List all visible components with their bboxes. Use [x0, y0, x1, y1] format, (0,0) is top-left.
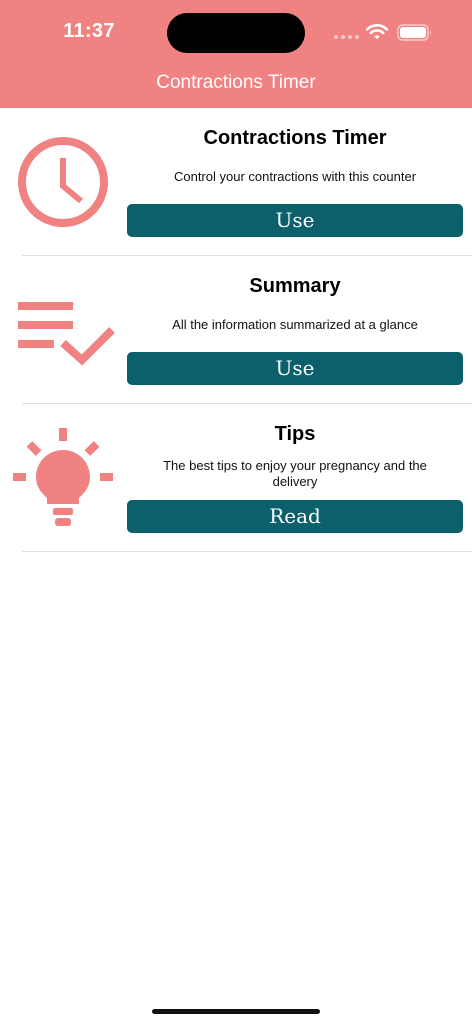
dynamic-island — [167, 13, 305, 53]
use-summary-button[interactable]: Use — [127, 352, 463, 385]
header-bar: 11:37 Contractions Timer — [0, 0, 472, 108]
checklist-icon — [18, 302, 115, 366]
nav-title: Contractions Timer — [156, 72, 316, 93]
cellular-signal-icon — [334, 35, 360, 40]
divider — [22, 551, 472, 552]
home-indicator[interactable] — [152, 1009, 320, 1014]
row-title: Summary — [249, 275, 341, 297]
row-description: The best tips to enjoy your pregnancy an… — [163, 458, 427, 489]
wifi-icon — [366, 24, 388, 40]
status-time: 11:37 — [63, 20, 115, 42]
app-screen: 11:37 Contractions Timer Contractions Ti… — [0, 0, 472, 1024]
clock-icon — [18, 137, 108, 227]
list-item-tips: Tips The best tips to enjoy your pregnan… — [0, 404, 472, 552]
lightbulb-icon — [13, 428, 113, 526]
row-description: All the information summarized at a glan… — [172, 317, 418, 332]
battery-icon — [397, 24, 431, 41]
row-title: Tips — [274, 423, 316, 445]
list-item-contractions-timer: Contractions Timer Control your contract… — [0, 108, 472, 256]
read-tips-button[interactable]: Read — [127, 500, 463, 533]
list-item-summary: Summary All the information summarized a… — [0, 256, 472, 404]
row-title: Contractions Timer — [203, 127, 387, 149]
use-contractions-timer-button[interactable]: Use — [127, 204, 463, 237]
row-description: Control your contractions with this coun… — [173, 169, 417, 184]
